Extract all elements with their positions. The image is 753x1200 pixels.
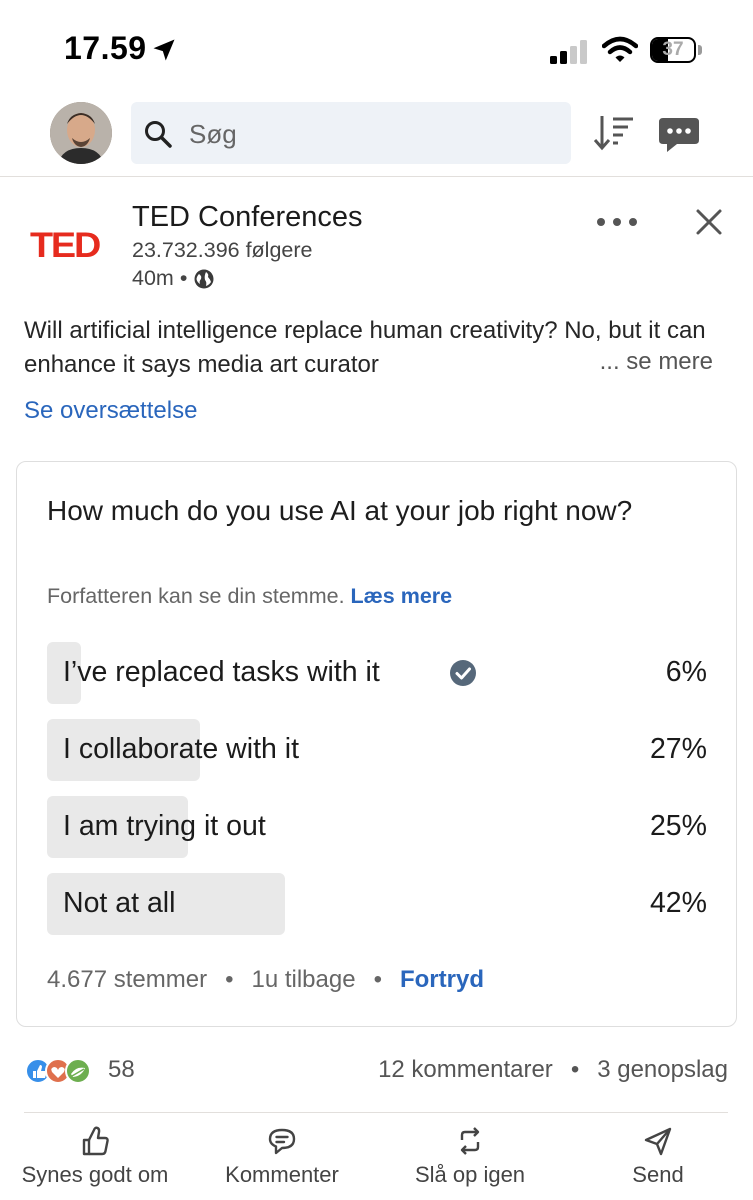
wifi-icon: [602, 36, 638, 62]
like-label: Synes godt om: [21, 1162, 169, 1187]
meta-separator: •: [179, 266, 188, 290]
poll-option-label: I am trying it out: [63, 810, 266, 842]
count-separator: •: [570, 1056, 580, 1083]
comment-count[interactable]: 12 kommentarer: [378, 1056, 553, 1084]
follower-count: 23.732.396 følgere: [132, 238, 313, 262]
divider: [24, 1112, 728, 1113]
poll-option-percent: 6%: [665, 656, 707, 688]
post-meta: 40m •: [132, 266, 215, 291]
battery-level: 37: [662, 39, 684, 60]
cellular-signal-icon: [550, 40, 587, 64]
poll-option[interactable]: I am trying it out 25%: [47, 796, 707, 858]
support-reaction-icon: [65, 1058, 91, 1084]
author-name[interactable]: TED Conferences: [132, 201, 363, 234]
comment-button[interactable]: Kommenter: [212, 1124, 352, 1188]
battery-indicator: 37: [650, 37, 704, 63]
poll-card: How much do you use AI at your job right…: [16, 461, 737, 1027]
globe-icon: [194, 269, 214, 288]
more-options-icon[interactable]: [594, 210, 640, 234]
logo-text: TED: [30, 226, 101, 265]
see-more-link[interactable]: ... se mere: [583, 348, 713, 376]
poll-option[interactable]: I’ve replaced tasks with it 6%: [47, 642, 707, 704]
send-label: Send: [632, 1162, 684, 1187]
post-age: 40m: [132, 266, 174, 290]
poll-option[interactable]: I collaborate with it 27%: [47, 719, 707, 781]
poll-option-label: I’ve replaced tasks with it: [63, 656, 380, 688]
poll-option-label: Not at all: [63, 887, 176, 919]
time-remaining: 1u tilbage: [251, 966, 356, 993]
status-bar: 17.59 37: [0, 0, 753, 95]
clock: 17.59: [64, 30, 147, 66]
footer-separator: •: [225, 966, 234, 993]
battery-tip: [698, 45, 702, 55]
reaction-icons[interactable]: [24, 1054, 114, 1088]
avatar-photo: [50, 102, 112, 164]
undo-vote-link[interactable]: Fortryd: [400, 966, 484, 994]
send-icon: [644, 1127, 672, 1156]
messaging-icon[interactable]: [657, 115, 701, 155]
poll-option[interactable]: Not at all 42%: [47, 873, 707, 935]
poll-notice: Forfatteren kan se din stemme. Læs mere: [47, 584, 452, 609]
search-icon: [145, 121, 172, 148]
poll-notice-text: Forfatteren kan se din stemme.: [47, 584, 345, 608]
search-placeholder: Søg: [189, 119, 237, 149]
reaction-count[interactable]: 58: [108, 1056, 135, 1084]
vote-count: 4.677 stemmer: [47, 966, 208, 993]
see-translation-link[interactable]: Se oversættelse: [24, 397, 197, 425]
like-button[interactable]: Synes godt om: [10, 1124, 180, 1188]
search-bar[interactable]: Søg: [131, 102, 571, 164]
thumbs-up-icon: [82, 1126, 109, 1156]
comment-label: Kommenter: [225, 1162, 339, 1187]
close-icon[interactable]: [694, 207, 724, 237]
poll-option-percent: 25%: [649, 810, 707, 842]
poll-option-label: I collaborate with it: [63, 733, 300, 765]
repost-button[interactable]: Slå op igen: [400, 1124, 540, 1188]
poll-option-percent: 27%: [649, 733, 707, 765]
repost-label: Slå op igen: [414, 1162, 526, 1187]
learn-more-link[interactable]: Læs mere: [351, 584, 453, 608]
poll-footer: 4.677 stemmer • 1u tilbage • Fortryd: [47, 966, 484, 994]
send-button[interactable]: Send: [600, 1124, 716, 1188]
location-arrow-icon: [153, 39, 175, 61]
poll-question: How much do you use AI at your job right…: [47, 495, 633, 526]
engagement-counts: 12 kommentarer • 3 genopslag: [378, 1056, 728, 1084]
avatar[interactable]: [50, 102, 112, 164]
comment-icon: [268, 1128, 296, 1155]
selected-check-icon: [450, 660, 476, 686]
poll-option-percent: 42%: [649, 887, 707, 919]
repost-count[interactable]: 3 genopslag: [597, 1056, 728, 1084]
repost-icon: [460, 1127, 480, 1155]
sort-icon[interactable]: [593, 113, 635, 153]
top-bar: Søg: [0, 95, 753, 177]
ted-logo[interactable]: TED: [30, 226, 110, 265]
footer-separator: •: [373, 966, 382, 993]
